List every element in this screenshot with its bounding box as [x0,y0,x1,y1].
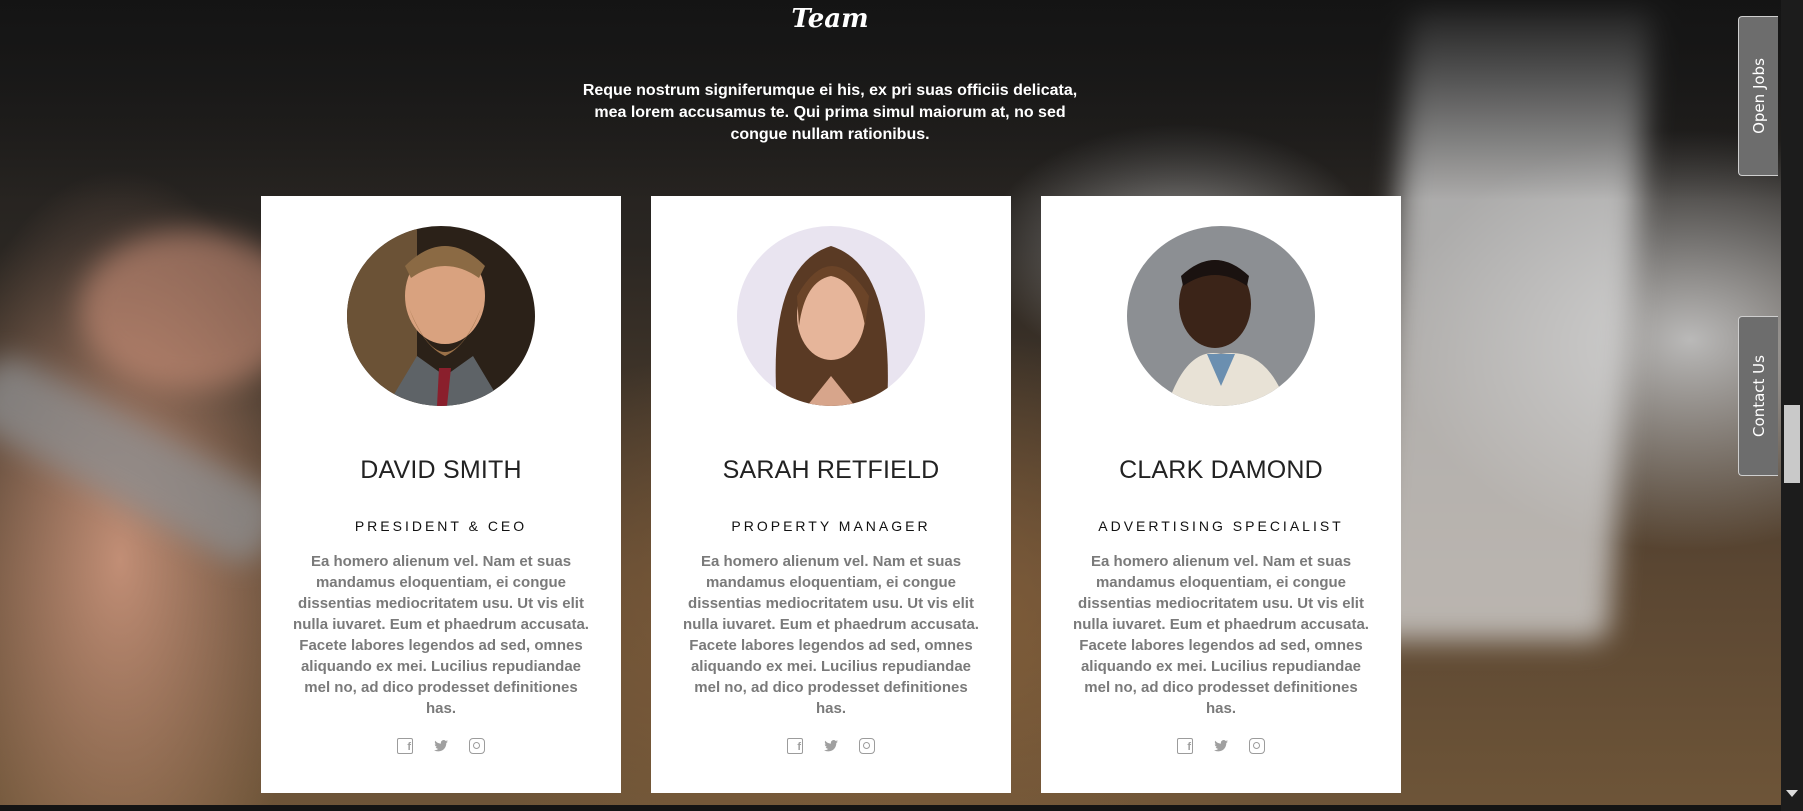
facebook-icon[interactable]: f [787,738,803,754]
twitter-icon[interactable] [433,738,449,754]
avatar [1127,226,1315,406]
member-name: DAVID SMITH [360,456,522,484]
avatar [347,226,535,406]
social-links: f [261,738,621,754]
team-card: DAVID SMITH PRESIDENT & CEO Ea homero al… [261,196,621,793]
facebook-icon[interactable]: f [397,738,413,754]
section-intro: Reque nostrum signiferumque ei his, ex p… [582,82,1078,143]
facebook-icon[interactable]: f [1177,738,1193,754]
member-bio: Ea homero alienum vel. Nam et suas manda… [1073,553,1369,717]
member-role: PROPERTY MANAGER [731,518,931,534]
instagram-icon[interactable] [469,738,485,754]
scroll-down-arrow-icon[interactable] [1786,790,1798,797]
section-heading: Team [791,4,869,34]
member-bio: Ea homero alienum vel. Nam et suas manda… [683,553,979,717]
instagram-icon[interactable] [859,738,875,754]
member-name: SARAH RETFIELD [722,456,940,484]
team-card: SARAH RETFIELD PROPERTY MANAGER Ea homer… [651,196,1011,793]
scrollbar-thumb[interactable] [1784,405,1800,483]
open-jobs-tab[interactable]: Open Jobs [1738,16,1778,176]
open-jobs-label: Open Jobs [1749,58,1768,134]
social-links: f [1041,738,1401,754]
member-name: CLARK DAMOND [1119,456,1323,484]
contact-us-tab[interactable]: Contact Us [1738,316,1778,476]
twitter-icon[interactable] [823,738,839,754]
member-role: PRESIDENT & CEO [354,518,528,534]
contact-us-label: Contact Us [1749,355,1768,437]
social-links: f [651,738,1011,754]
member-role: ADVERTISING SPECIALIST [1098,518,1344,534]
team-card: CLARK DAMOND ADVERTISING SPECIALIST Ea h… [1041,196,1401,793]
twitter-icon[interactable] [1213,738,1229,754]
page-bottom-edge [0,805,1781,811]
member-bio: Ea homero alienum vel. Nam et suas manda… [293,553,589,717]
instagram-icon[interactable] [1249,738,1265,754]
avatar [737,226,925,406]
